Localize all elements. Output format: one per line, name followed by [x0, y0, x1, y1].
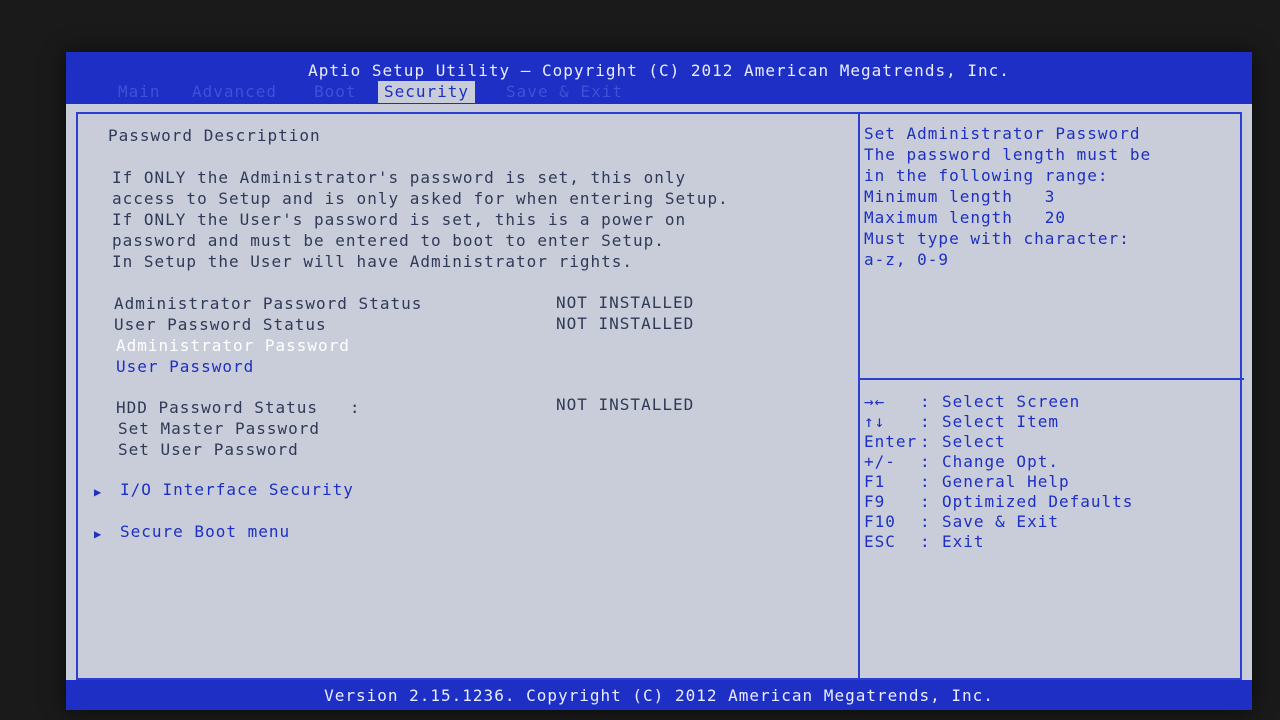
- key-f1: F1: [864, 472, 886, 491]
- main-panel: Password Description If ONLY the Adminis…: [76, 112, 1244, 680]
- footer-bar: Version 2.15.1236. Copyright (C) 2012 Am…: [66, 680, 1252, 710]
- key-sep: :: [920, 512, 931, 531]
- admin-status-label: Administrator Password Status: [114, 294, 423, 313]
- tab-bar: Main Advanced Boot Security Save & Exit: [66, 81, 1252, 103]
- key-sep: :: [920, 432, 931, 451]
- help-line: Must type with character:: [864, 229, 1130, 248]
- help-divider: [860, 378, 1244, 380]
- set-user-password-item[interactable]: Set User Password: [118, 440, 299, 459]
- app-title: Aptio Setup Utility – Copyright (C) 2012…: [308, 61, 1010, 80]
- key-arrows-ud: ↑↓: [864, 412, 886, 431]
- key-sep: :: [920, 392, 931, 411]
- user-password-item[interactable]: User Password: [116, 357, 254, 376]
- key-action: Select: [942, 432, 1006, 451]
- help-line: in the following range:: [864, 166, 1109, 185]
- tab-security[interactable]: Security: [378, 81, 476, 103]
- key-action: Exit: [942, 532, 985, 551]
- user-status-value: NOT INSTALLED: [556, 314, 695, 333]
- key-f10: F10: [864, 512, 896, 531]
- tab-boot[interactable]: Boot: [314, 81, 357, 103]
- description-line: If ONLY the Administrator's password is …: [112, 168, 687, 187]
- admin-status-value: NOT INSTALLED: [556, 293, 695, 312]
- help-line: Maximum length 20: [864, 208, 1067, 227]
- tab-main[interactable]: Main: [118, 81, 161, 103]
- key-sep: :: [920, 472, 931, 491]
- key-plus-minus: +/-: [864, 452, 896, 471]
- tab-advanced[interactable]: Advanced: [192, 81, 277, 103]
- key-enter: Enter: [864, 432, 918, 451]
- submenu-arrow-icon: ▶: [94, 527, 103, 541]
- hdd-status-value: NOT INSTALLED: [556, 395, 695, 414]
- key-action: Select Screen: [942, 392, 1081, 411]
- io-interface-security-item[interactable]: I/O Interface Security: [120, 480, 354, 499]
- key-esc: ESC: [864, 532, 896, 551]
- key-action: Change Opt.: [942, 452, 1059, 471]
- key-action: Optimized Defaults: [942, 492, 1134, 511]
- description-line: access to Setup and is only asked for wh…: [112, 189, 729, 208]
- help-line: Minimum length 3: [864, 187, 1056, 206]
- key-sep: :: [920, 492, 931, 511]
- key-arrows-lr: →←: [864, 392, 886, 411]
- description-line: If ONLY the User's password is set, this…: [112, 210, 687, 229]
- user-status-label: User Password Status: [114, 315, 327, 334]
- help-line: a-z, 0-9: [864, 250, 950, 269]
- header-bar: Aptio Setup Utility – Copyright (C) 2012…: [66, 52, 1252, 104]
- section-title: Password Description: [108, 126, 321, 145]
- help-line: The password length must be: [864, 145, 1152, 164]
- description-line: In Setup the User will have Administrato…: [112, 252, 634, 271]
- submenu-arrow-icon: ▶: [94, 485, 103, 499]
- admin-password-item[interactable]: Administrator Password: [116, 336, 350, 355]
- key-sep: :: [920, 532, 931, 551]
- key-f9: F9: [864, 492, 886, 511]
- vertical-divider: [858, 114, 860, 678]
- key-action: General Help: [942, 472, 1070, 491]
- key-sep: :: [920, 452, 931, 471]
- version-text: Version 2.15.1236. Copyright (C) 2012 Am…: [324, 686, 994, 705]
- tab-save-exit[interactable]: Save & Exit: [506, 81, 623, 103]
- secure-boot-menu-item[interactable]: Secure Boot menu: [120, 522, 290, 541]
- key-action: Select Item: [942, 412, 1059, 431]
- help-line: Set Administrator Password: [864, 124, 1141, 143]
- key-sep: :: [920, 412, 931, 431]
- set-master-password-item[interactable]: Set Master Password: [118, 419, 320, 438]
- description-line: password and must be entered to boot to …: [112, 231, 665, 250]
- hdd-status-label: HDD Password Status :: [116, 398, 361, 417]
- bios-screen: Aptio Setup Utility – Copyright (C) 2012…: [66, 52, 1252, 710]
- key-action: Save & Exit: [942, 512, 1059, 531]
